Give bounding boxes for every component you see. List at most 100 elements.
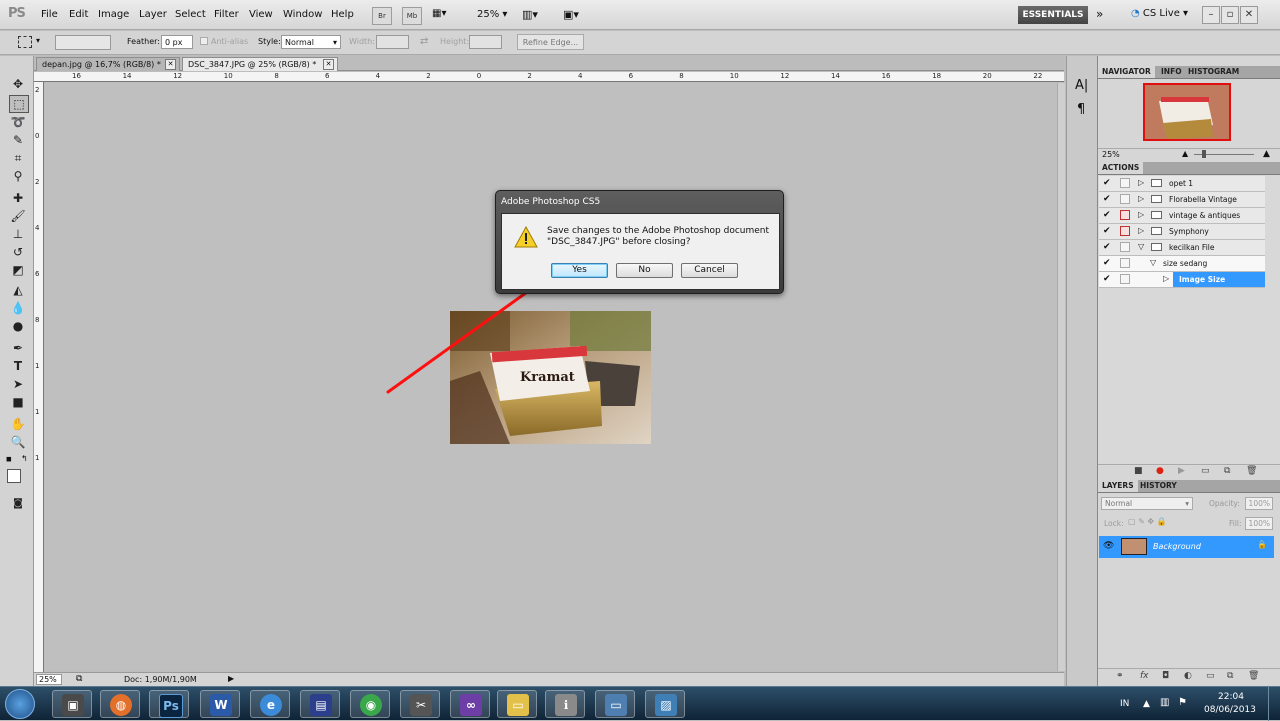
menu-help[interactable]: Help — [331, 9, 354, 20]
action-enabled-check-icon[interactable]: ✔ — [1103, 242, 1113, 252]
layer-mask-icon[interactable]: ◘ — [1162, 671, 1169, 681]
menu-select[interactable]: Select — [175, 9, 206, 20]
action-dialog-toggle[interactable] — [1120, 258, 1130, 268]
action-enabled-check-icon[interactable]: ✔ — [1103, 210, 1113, 220]
tab-history[interactable]: HISTORY — [1136, 480, 1181, 492]
foreground-color-swatch[interactable] — [7, 469, 21, 483]
action-size-sedang[interactable]: ✔ ▽ size sedang — [1099, 256, 1265, 272]
taskbar-word[interactable]: W — [200, 690, 240, 718]
quick-mask-icon[interactable]: ◙ — [9, 496, 27, 512]
navigator-thumbnail[interactable] — [1143, 83, 1231, 141]
opacity-input[interactable]: 100% — [1245, 497, 1273, 510]
action-enabled-check-icon[interactable]: ✔ — [1103, 194, 1113, 204]
marquee-preset-icon[interactable] — [18, 36, 32, 48]
move-tool-icon[interactable]: ✥ — [9, 76, 27, 92]
tab-dsc-3847[interactable]: DSC_3847.JPG @ 25% (RGB/8) * ✕ — [182, 57, 338, 71]
taskbar-photoshop[interactable]: Ps — [149, 690, 189, 718]
action-set-vintage-antiques[interactable]: ✔ ▷ vintage & antiques — [1099, 208, 1265, 224]
menu-filter[interactable]: Filter — [214, 9, 239, 20]
taskbar-green-app[interactable]: ◉ — [350, 690, 390, 718]
restore-button[interactable]: ▫ — [1221, 6, 1239, 24]
pen-tool-icon[interactable]: ✒ — [9, 340, 27, 356]
blur-tool-icon[interactable]: 💧 — [9, 300, 27, 316]
menu-view[interactable]: View — [249, 9, 273, 20]
tray-up-arrow-icon[interactable]: ▲ — [1143, 699, 1150, 709]
show-desktop-button[interactable] — [1268, 687, 1280, 721]
lock-options-icons[interactable]: ▢ ✎ ✥ 🔒 — [1128, 517, 1167, 526]
refine-edge-button[interactable]: Refine Edge... — [517, 34, 584, 50]
start-button[interactable] — [5, 689, 35, 719]
height-input[interactable] — [469, 35, 502, 49]
minimize-button[interactable]: – — [1202, 6, 1220, 24]
expand-triangle-icon[interactable]: ▷ — [1163, 274, 1169, 283]
type-tool-icon[interactable]: T — [9, 358, 27, 374]
action-dialog-toggle[interactable] — [1120, 178, 1130, 188]
status-fit-icon[interactable]: ⧉ — [76, 674, 82, 684]
action-dialog-toggle[interactable] — [1120, 226, 1130, 236]
feather-input[interactable]: 0 px — [161, 35, 193, 49]
taskbar-internet-explorer[interactable]: e — [250, 690, 290, 718]
history-brush-tool-icon[interactable]: ↺ — [9, 244, 27, 260]
blend-mode-select[interactable]: Normal ▾ — [1101, 497, 1193, 510]
taskbar-computer[interactable]: ▣ — [52, 690, 92, 718]
workspace-essentials-button[interactable]: ESSENTIALS — [1018, 6, 1088, 24]
action-dialog-toggle[interactable] — [1120, 210, 1130, 220]
tab-info[interactable]: INFO — [1157, 66, 1186, 78]
crop-tool-icon[interactable]: ⌗ — [9, 150, 27, 166]
layer-style-icon[interactable]: fx — [1140, 671, 1149, 681]
taskbar-visual-studio[interactable]: ∞ — [450, 690, 490, 718]
marquee-tool-icon[interactable]: ⬚ — [9, 95, 29, 113]
lasso-tool-icon[interactable]: ➰ — [9, 114, 27, 130]
delete-layer-icon[interactable]: 🗑 — [1248, 671, 1259, 681]
eyedropper-tool-icon[interactable]: ⚲ — [9, 168, 27, 184]
taskbar-folder[interactable]: ▭ — [497, 690, 537, 718]
layer-visibility-eye-icon[interactable]: 👁 — [1103, 541, 1114, 551]
action-enabled-check-icon[interactable]: ✔ — [1103, 258, 1113, 268]
action-set-opet-1[interactable]: ✔ ▷ opet 1 — [1099, 176, 1265, 192]
antialias-checkbox[interactable] — [200, 37, 208, 45]
tab-layers[interactable]: LAYERS — [1098, 480, 1138, 492]
cancel-button[interactable]: Cancel — [681, 263, 738, 278]
taskbar-system-info[interactable]: ℹ — [545, 690, 585, 718]
collapse-triangle-icon[interactable]: ▽ — [1150, 258, 1156, 267]
taskbar-tools-app[interactable]: ✂ — [400, 690, 440, 718]
character-panel-icon[interactable]: A| — [1075, 78, 1088, 93]
action-set-florabella[interactable]: ✔ ▷ Florabella Vintage — [1099, 192, 1265, 208]
action-enabled-check-icon[interactable]: ✔ — [1103, 178, 1113, 188]
swap-dimensions-icon[interactable]: ⇄ — [420, 36, 428, 47]
new-set-icon[interactable]: ▭ — [1201, 466, 1210, 476]
tray-flag-icon[interactable]: ⚑ — [1178, 697, 1187, 708]
preset-dropdown-icon[interactable]: ▾ — [36, 36, 40, 45]
new-group-icon[interactable]: ▭ — [1206, 671, 1215, 681]
taskbar-pictures[interactable]: ▨ — [645, 690, 685, 718]
adjustment-layer-icon[interactable]: ◐ — [1184, 671, 1192, 681]
width-input[interactable] — [376, 35, 409, 49]
action-set-kecilkan-file[interactable]: ✔ ▽ kecilkan File — [1099, 240, 1265, 256]
action-enabled-check-icon[interactable]: ✔ — [1103, 226, 1113, 236]
action-image-size[interactable]: ✔ ▷ Image Size — [1099, 272, 1265, 288]
healing-brush-tool-icon[interactable]: ✚ — [9, 190, 27, 206]
expand-triangle-icon[interactable]: ▷ — [1138, 226, 1144, 235]
layer-row-background[interactable]: 👁 Background 🔒 — [1099, 536, 1274, 558]
tab-actions[interactable]: ACTIONS — [1098, 162, 1144, 174]
expand-triangle-icon[interactable]: ▷ — [1138, 210, 1144, 219]
menu-image[interactable]: Image — [98, 9, 129, 20]
clock-time[interactable]: 22:04 — [1218, 692, 1244, 702]
screen-mode-icon[interactable]: ▣▾ — [563, 8, 579, 21]
language-indicator[interactable]: IN — [1120, 699, 1129, 709]
selection-mode-icons[interactable] — [55, 35, 111, 50]
action-dialog-toggle[interactable] — [1120, 242, 1130, 252]
action-set-symphony[interactable]: ✔ ▷ Symphony — [1099, 224, 1265, 240]
no-button[interactable]: No — [616, 263, 673, 278]
action-dialog-toggle[interactable] — [1120, 194, 1130, 204]
hand-tool-icon[interactable]: ✋ — [9, 416, 27, 432]
vertical-scrollbar[interactable] — [1057, 83, 1065, 671]
menu-layer[interactable]: Layer — [139, 9, 167, 20]
action-enabled-check-icon[interactable]: ✔ — [1103, 274, 1113, 284]
link-layers-icon[interactable]: ⚭ — [1116, 671, 1124, 681]
yes-button[interactable]: Yes — [551, 263, 608, 278]
collapse-triangle-icon[interactable]: ▽ — [1138, 242, 1144, 251]
taskbar-firefox[interactable]: ◍ — [100, 690, 140, 718]
brush-tool-icon[interactable]: 🖌 — [9, 208, 27, 224]
tray-network-icon[interactable]: ▥ — [1160, 697, 1169, 708]
